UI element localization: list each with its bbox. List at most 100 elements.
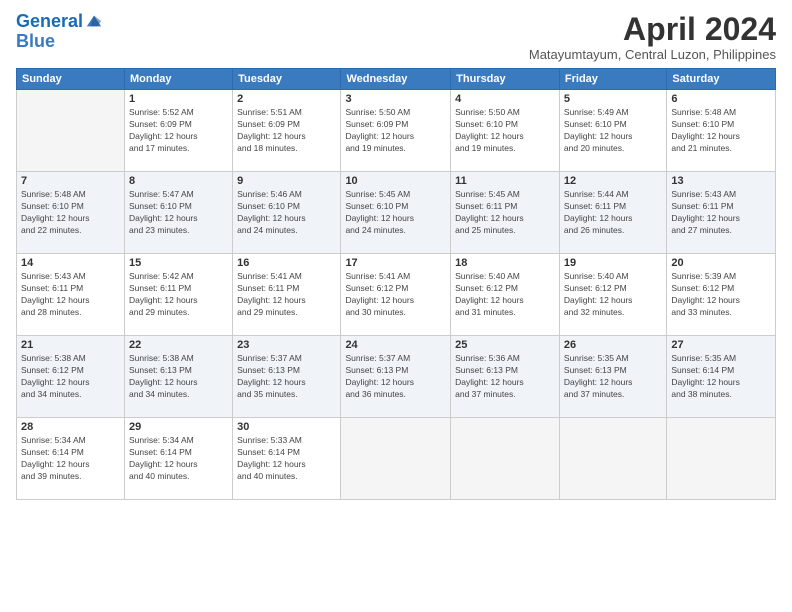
logo-text-line1: General [16,12,83,32]
table-row: 16 Sunrise: 5:41 AMSunset: 6:11 PMDayligh… [233,254,341,336]
day-info: Sunrise: 5:35 AMSunset: 6:14 PMDaylight:… [671,353,771,401]
table-row: 19 Sunrise: 5:40 AMSunset: 6:12 PMDayligh… [559,254,666,336]
table-row: 28 Sunrise: 5:34 AMSunset: 6:14 PMDayligh… [17,418,125,500]
day-number: 3 [345,93,446,105]
location: Matayumtayum, Central Luzon, Philippines [529,47,776,62]
day-number: 23 [237,339,336,351]
day-info: Sunrise: 5:45 AMSunset: 6:11 PMDaylight:… [455,189,555,237]
table-row: 7 Sunrise: 5:48 AMSunset: 6:10 PMDaylight… [17,172,125,254]
day-number: 22 [129,339,228,351]
day-number: 17 [345,257,446,269]
day-number: 8 [129,175,228,187]
day-number: 25 [455,339,555,351]
col-friday: Friday [559,69,666,90]
table-row: 8Sunrise: 5:47 AMSunset: 6:10 PMDaylight… [124,172,232,254]
table-row [341,418,451,500]
day-info: Sunrise: 5:50 AMSunset: 6:10 PMDaylight:… [455,107,555,155]
day-info: Sunrise: 5:39 AMSunset: 6:12 PMDaylight:… [671,271,771,319]
table-row: 29 Sunrise: 5:34 AMSunset: 6:14 PMDayligh… [124,418,232,500]
table-row: 9 Sunrise: 5:46 AMSunset: 6:10 PMDaylight… [233,172,341,254]
day-number: 27 [671,339,771,351]
day-number: 15 [129,257,228,269]
table-row: 18Sunrise: 5:40 AMSunset: 6:12 PMDayligh… [451,254,560,336]
day-info: Sunrise: 5:52 AMSunset: 6:09 PMDaylight:… [129,107,228,155]
header: General Blue April 2024 Matayumtayum, Ce… [16,12,776,62]
calendar-header-row: Sunday Monday Tuesday Wednesday Thursday… [17,69,776,90]
col-monday: Monday [124,69,232,90]
table-row: 11Sunrise: 5:45 AMSunset: 6:11 PMDayligh… [451,172,560,254]
day-number: 19 [564,257,662,269]
col-thursday: Thursday [451,69,560,90]
table-row: 15 Sunrise: 5:42 AMSunset: 6:11 PMDayligh… [124,254,232,336]
day-info: Sunrise: 5:51 AMSunset: 6:09 PMDaylight:… [237,107,336,155]
day-info: Sunrise: 5:49 AMSunset: 6:10 PMDaylight:… [564,107,662,155]
day-info: Sunrise: 5:36 AMSunset: 6:13 PMDaylight:… [455,353,555,401]
table-row: 14 Sunrise: 5:43 AMSunset: 6:11 PMDayligh… [17,254,125,336]
table-row [559,418,666,500]
day-info: Sunrise: 5:37 AMSunset: 6:13 PMDaylight:… [237,353,336,401]
day-number: 16 [237,257,336,269]
day-number: 7 [21,175,120,187]
day-info: Sunrise: 5:48 AMSunset: 6:10 PMDaylight:… [21,189,120,237]
day-info: Sunrise: 5:38 AMSunset: 6:12 PMDaylight:… [21,353,120,401]
table-row: 21 Sunrise: 5:38 AMSunset: 6:12 PMDayligh… [17,336,125,418]
day-info: Sunrise: 5:34 AMSunset: 6:14 PMDaylight:… [21,435,120,483]
day-number: 5 [564,93,662,105]
table-row: 17 Sunrise: 5:41 AMSunset: 6:12 PMDayligh… [341,254,451,336]
table-row: 6 Sunrise: 5:48 AMSunset: 6:10 PMDaylight… [667,90,776,172]
day-number: 2 [237,93,336,105]
day-info: Sunrise: 5:41 AMSunset: 6:12 PMDaylight:… [345,271,446,319]
title-block: April 2024 Matayumtayum, Central Luzon, … [529,12,776,62]
day-info: Sunrise: 5:40 AMSunset: 6:12 PMDaylight:… [564,271,662,319]
table-row: 3 Sunrise: 5:50 AMSunset: 6:09 PMDaylight… [341,90,451,172]
table-row: 26 Sunrise: 5:35 AMSunset: 6:13 PMDayligh… [559,336,666,418]
day-number: 13 [671,175,771,187]
calendar-table: Sunday Monday Tuesday Wednesday Thursday… [16,68,776,500]
table-row: 12Sunrise: 5:44 AMSunset: 6:11 PMDayligh… [559,172,666,254]
table-row: 10 Sunrise: 5:45 AMSunset: 6:10 PMDayligh… [341,172,451,254]
day-info: Sunrise: 5:40 AMSunset: 6:12 PMDaylight:… [455,271,555,319]
day-number: 14 [21,257,120,269]
day-info: Sunrise: 5:41 AMSunset: 6:11 PMDaylight:… [237,271,336,319]
day-info: Sunrise: 5:48 AMSunset: 6:10 PMDaylight:… [671,107,771,155]
table-row: 25 Sunrise: 5:36 AMSunset: 6:13 PMDayligh… [451,336,560,418]
day-info: Sunrise: 5:35 AMSunset: 6:13 PMDaylight:… [564,353,662,401]
col-wednesday: Wednesday [341,69,451,90]
table-row [451,418,560,500]
day-info: Sunrise: 5:42 AMSunset: 6:11 PMDaylight:… [129,271,228,319]
day-info: Sunrise: 5:50 AMSunset: 6:09 PMDaylight:… [345,107,446,155]
logo: General Blue [16,12,103,52]
table-row [17,90,125,172]
day-number: 28 [21,421,120,433]
day-number: 4 [455,93,555,105]
table-row: 24Sunrise: 5:37 AMSunset: 6:13 PMDayligh… [341,336,451,418]
day-number: 21 [21,339,120,351]
table-row: 4 Sunrise: 5:50 AMSunset: 6:10 PMDaylight… [451,90,560,172]
day-info: Sunrise: 5:45 AMSunset: 6:10 PMDaylight:… [345,189,446,237]
table-row: 5 Sunrise: 5:49 AMSunset: 6:10 PMDaylight… [559,90,666,172]
day-number: 6 [671,93,771,105]
day-number: 9 [237,175,336,187]
day-info: Sunrise: 5:37 AMSunset: 6:13 PMDaylight:… [345,353,446,401]
day-number: 12 [564,175,662,187]
day-number: 1 [129,93,228,105]
day-info: Sunrise: 5:38 AMSunset: 6:13 PMDaylight:… [129,353,228,401]
table-row: 22 Sunrise: 5:38 AMSunset: 6:13 PMDayligh… [124,336,232,418]
day-info: Sunrise: 5:43 AMSunset: 6:11 PMDaylight:… [21,271,120,319]
table-row: 1 Sunrise: 5:52 AMSunset: 6:09 PMDaylight… [124,90,232,172]
month-title: April 2024 [529,12,776,47]
table-row: 13 Sunrise: 5:43 AMSunset: 6:11 PMDayligh… [667,172,776,254]
day-number: 29 [129,421,228,433]
table-row: 27 Sunrise: 5:35 AMSunset: 6:14 PMDayligh… [667,336,776,418]
day-info: Sunrise: 5:46 AMSunset: 6:10 PMDaylight:… [237,189,336,237]
day-info: Sunrise: 5:34 AMSunset: 6:14 PMDaylight:… [129,435,228,483]
day-number: 26 [564,339,662,351]
table-row: 2 Sunrise: 5:51 AMSunset: 6:09 PMDaylight… [233,90,341,172]
col-tuesday: Tuesday [233,69,341,90]
table-row: 20 Sunrise: 5:39 AMSunset: 6:12 PMDayligh… [667,254,776,336]
day-number: 20 [671,257,771,269]
day-number: 10 [345,175,446,187]
table-row: 23 Sunrise: 5:37 AMSunset: 6:13 PMDayligh… [233,336,341,418]
day-info: Sunrise: 5:43 AMSunset: 6:11 PMDaylight:… [671,189,771,237]
day-number: 30 [237,421,336,433]
